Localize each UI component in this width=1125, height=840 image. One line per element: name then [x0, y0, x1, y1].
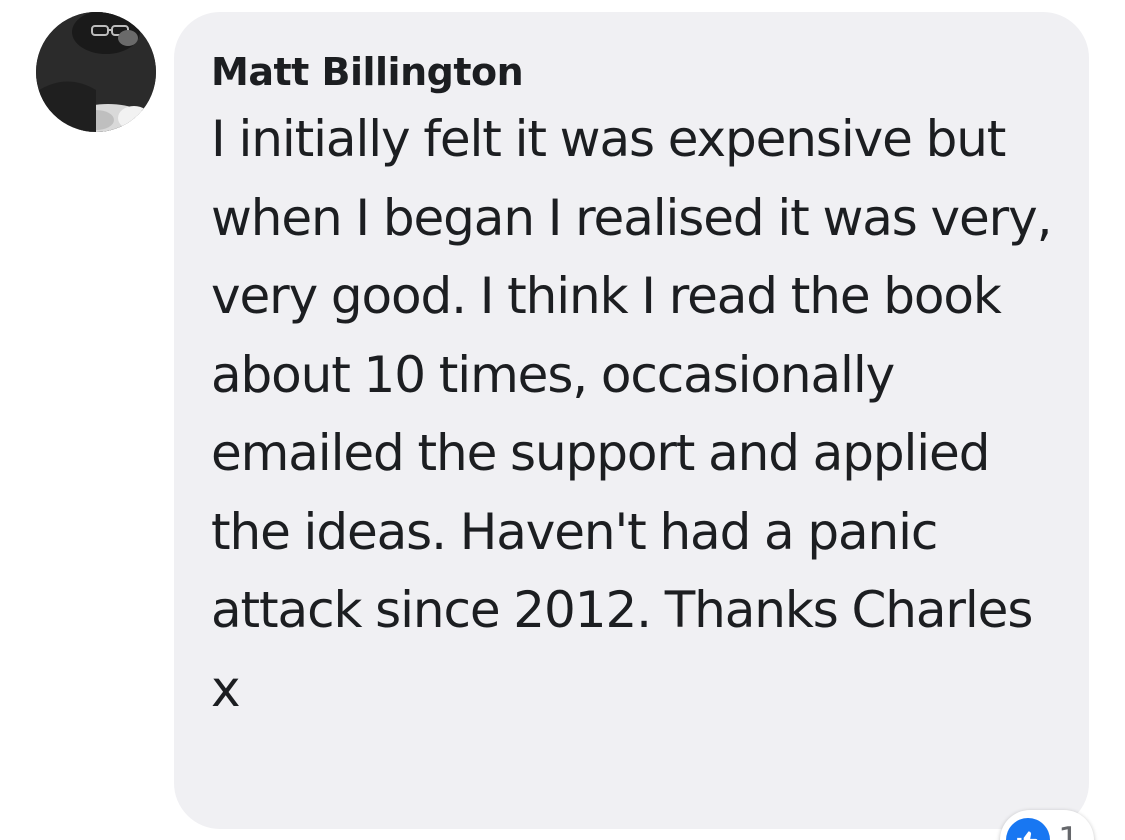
like-icon: [1006, 818, 1050, 840]
comment-text: I initially felt it was expensive but wh…: [211, 110, 1053, 718]
reaction-summary[interactable]: 1: [1000, 810, 1094, 840]
avatar-photo-icon: [36, 12, 156, 132]
comment-thread: Matt Billington I initially felt it was …: [0, 0, 1125, 840]
reaction-count: 1: [1058, 820, 1080, 840]
avatar[interactable]: [36, 12, 156, 132]
comment-bubble: Matt Billington I initially felt it was …: [174, 12, 1089, 829]
comment-author-name[interactable]: Matt Billington: [211, 48, 1059, 96]
